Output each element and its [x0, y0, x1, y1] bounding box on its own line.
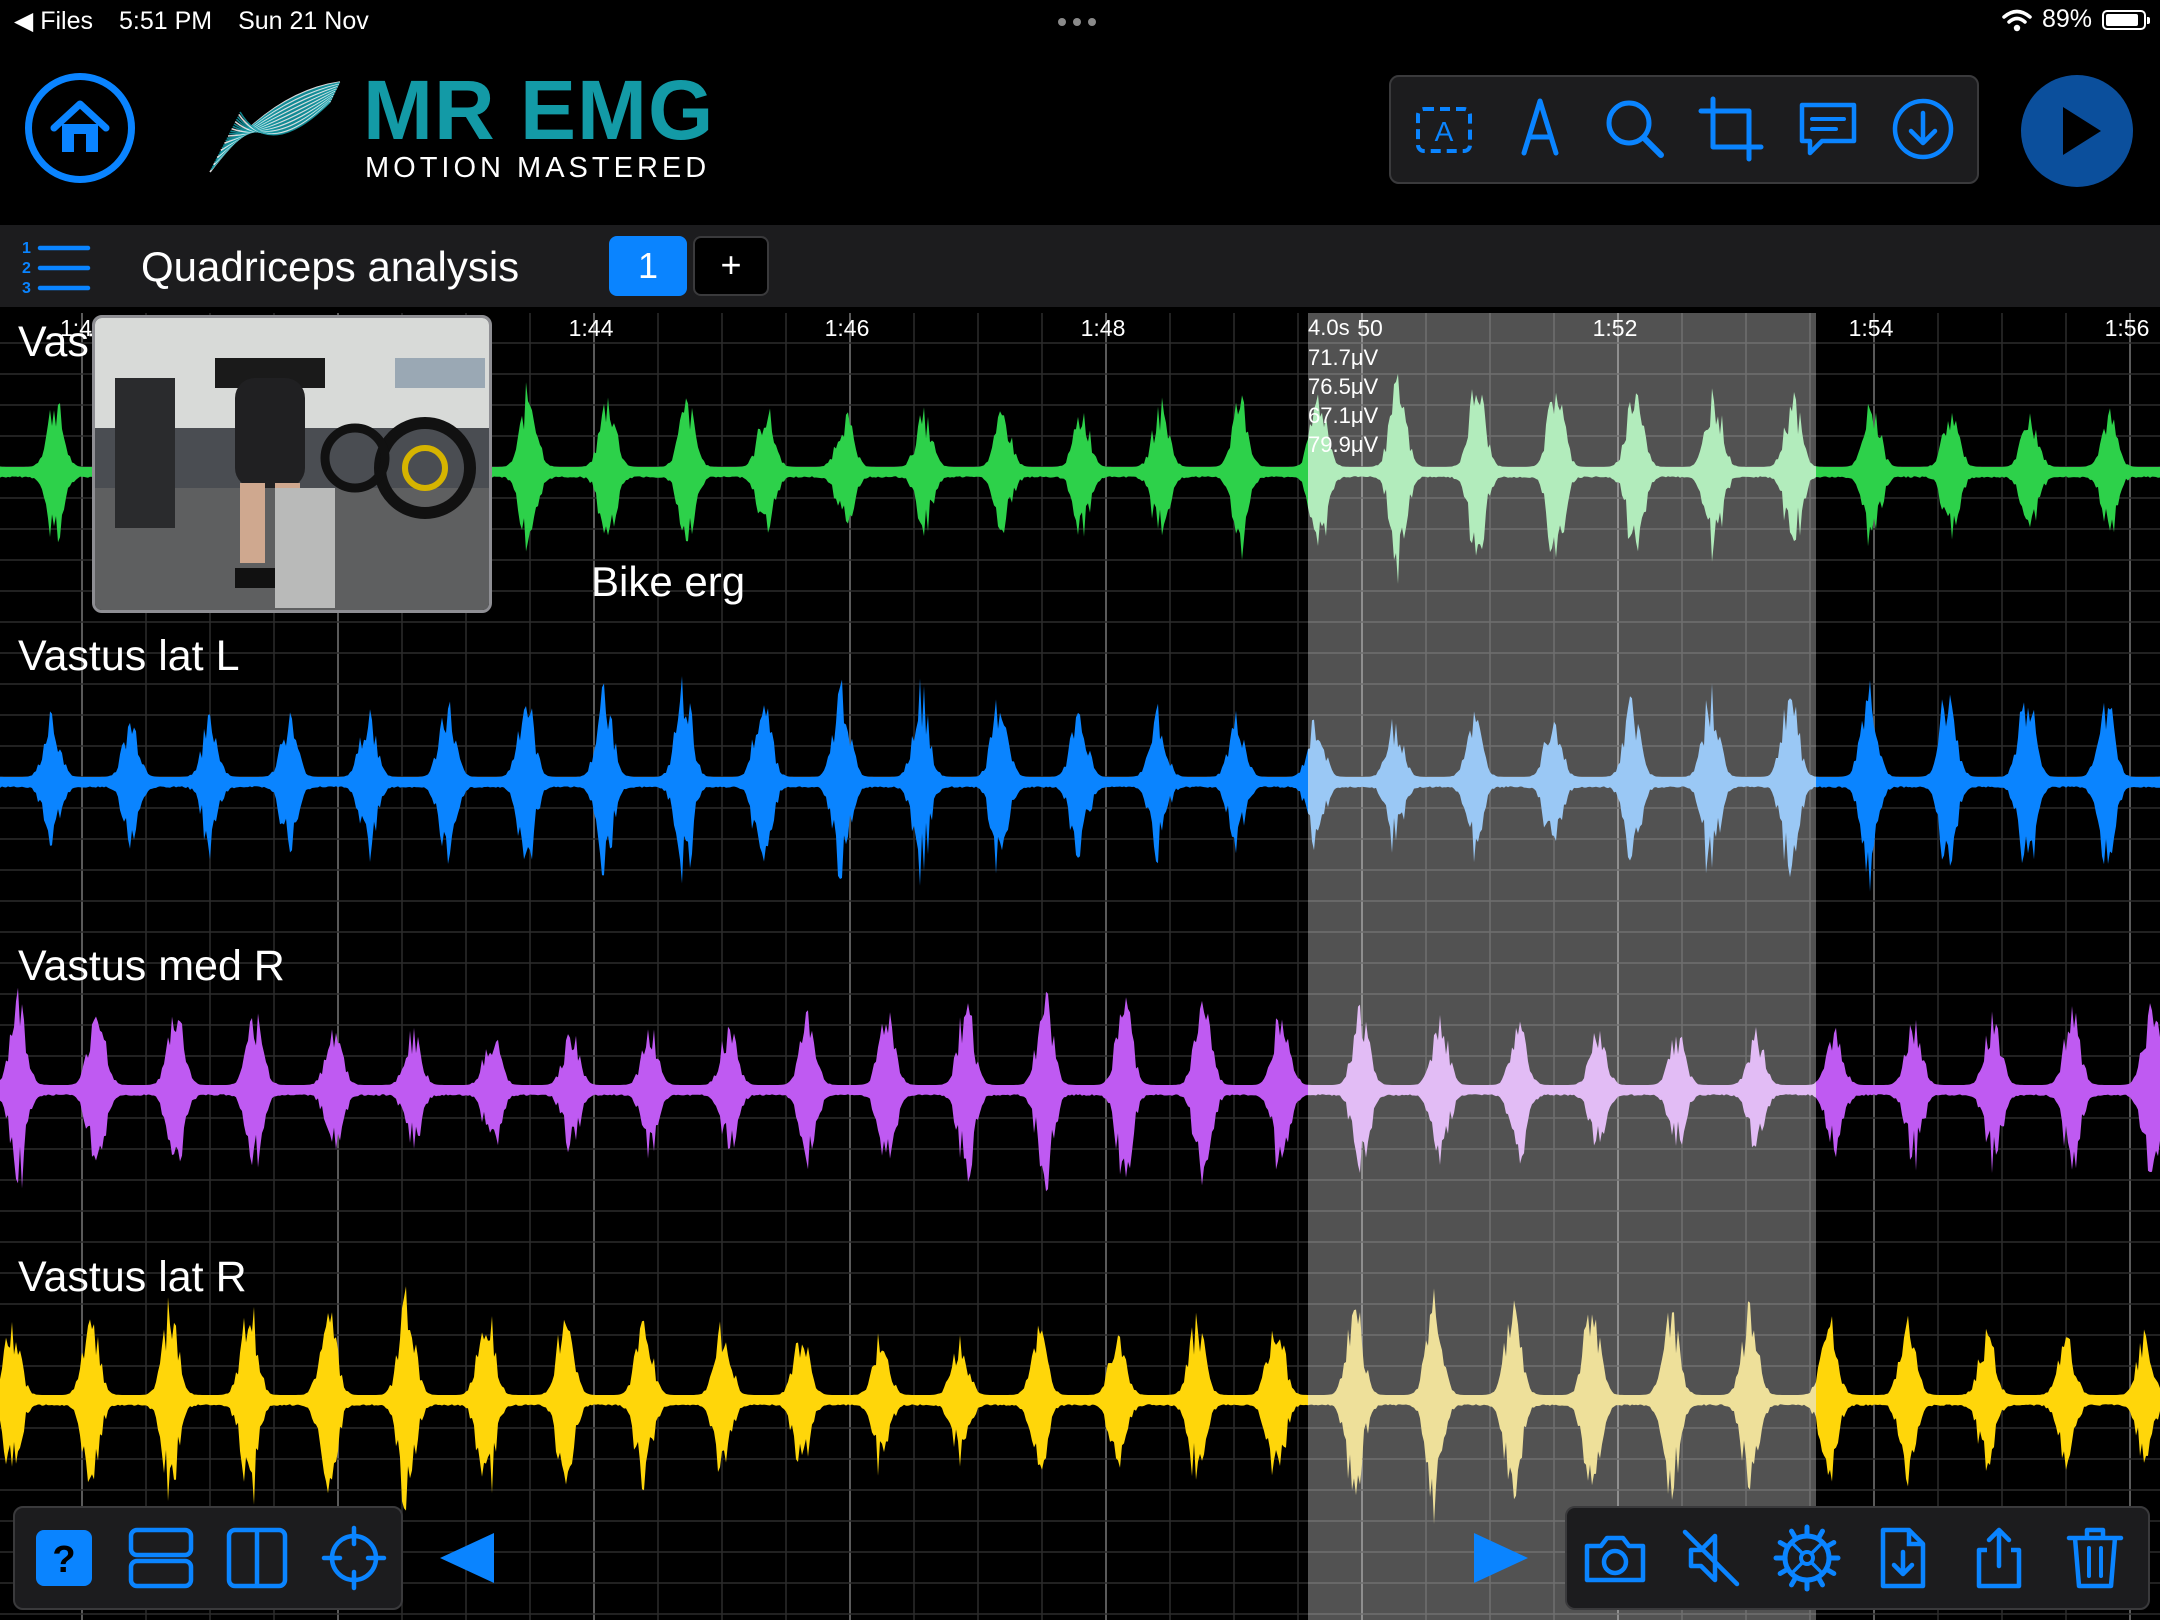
- emg-waveform-4: [1816, 1315, 2160, 1487]
- status-time: 5:51 PM: [118, 6, 213, 35]
- columns-layout-icon[interactable]: [223, 1524, 291, 1592]
- analysis-title: Quadriceps analysis: [141, 243, 520, 290]
- selection-duration: 4.0s: [1308, 315, 1350, 340]
- time-tick: 1:52: [1592, 315, 1638, 341]
- time-tick: 1:48: [1080, 315, 1126, 341]
- video-frame-image: [95, 318, 489, 610]
- selection-value-ch3: 67.1μV: [1308, 403, 1379, 428]
- actions-toolbar: [1565, 1506, 2150, 1610]
- battery-percent: 89%: [2041, 5, 2092, 33]
- emg-waveform-2: [1816, 680, 2160, 892]
- home-button[interactable]: [25, 73, 135, 183]
- text-box-icon[interactable]: A: [1408, 93, 1480, 165]
- home-icon: [50, 100, 110, 152]
- status-bar: ◀ Files 5:51 PM Sun 21 Nov 89%: [0, 0, 2160, 40]
- next-arrow-icon[interactable]: [1466, 1525, 1536, 1591]
- time-tick: 1:46: [824, 315, 870, 341]
- camera-icon[interactable]: [1581, 1524, 1649, 1592]
- channel-label-vastus-lat-r: Vastus lat R: [18, 1253, 247, 1301]
- play-icon: [2063, 107, 2101, 155]
- back-arrow-icon: ◀: [14, 7, 34, 35]
- trash-icon[interactable]: [2061, 1524, 2129, 1592]
- selection-values: 71.7μV 76.5μV 67.1μV 79.9μV: [1308, 343, 1378, 459]
- time-tick: 1:54: [1848, 315, 1894, 341]
- time-tick: 1:44: [568, 315, 614, 341]
- selection-value-ch2: 76.5μV: [1308, 374, 1379, 399]
- play-button[interactable]: [2021, 75, 2133, 187]
- pen-icon[interactable]: [1504, 93, 1576, 165]
- app-title: MR EMG: [363, 63, 715, 157]
- plot-annotation[interactable]: Bike erg: [591, 558, 745, 606]
- share-icon[interactable]: [1965, 1524, 2033, 1592]
- back-to-files-link[interactable]: ◀ Files: [14, 6, 93, 36]
- help-label: ?: [52, 1539, 75, 1581]
- back-label: Files: [40, 7, 93, 35]
- crosshair-icon[interactable]: [320, 1524, 388, 1592]
- svg-text:A: A: [1435, 116, 1454, 147]
- channel-label-vastus-med-r: Vastus med R: [18, 942, 285, 990]
- layout-toolbar: ?: [13, 1506, 403, 1610]
- tab-1[interactable]: 1: [609, 236, 687, 296]
- numbered-list-icon[interactable]: 1 2 3: [20, 237, 92, 295]
- search-icon[interactable]: [1599, 93, 1671, 165]
- emg-waveform-4: [0, 1286, 1308, 1511]
- selection-value-ch4: 79.9μV: [1308, 432, 1379, 457]
- time-tick: 1:56: [2104, 315, 2150, 341]
- analysis-tab-bar: 1 2 3 Quadriceps analysis 1 +: [0, 225, 2160, 307]
- emg-waveform-2: [0, 676, 1308, 886]
- mute-icon[interactable]: [1677, 1524, 1745, 1592]
- svg-text:2: 2: [22, 260, 31, 277]
- emg-waveform-3: [1816, 1003, 2160, 1174]
- time-tick: 50: [1357, 315, 1383, 341]
- time-selection-region: [1308, 313, 1816, 1620]
- rows-layout-icon[interactable]: [127, 1524, 195, 1592]
- app-subtitle: MOTION MASTERED: [365, 152, 711, 184]
- settings-gear-icon[interactable]: [1773, 1524, 1841, 1592]
- crop-icon[interactable]: [1695, 93, 1767, 165]
- status-date: Sun 21 Nov: [238, 6, 369, 35]
- emg-waveform-1: [1816, 403, 2160, 547]
- svg-text:3: 3: [22, 280, 31, 295]
- comment-icon[interactable]: [1792, 93, 1864, 165]
- channel-label-vastus-lat-l: Vastus lat L: [18, 632, 240, 680]
- previous-arrow-icon[interactable]: [432, 1525, 502, 1591]
- annotation-toolbar: A: [1389, 75, 1979, 184]
- emg-waveform-3: [0, 987, 1308, 1192]
- selection-value-ch1: 71.7μV: [1308, 345, 1379, 370]
- download-icon[interactable]: [1887, 93, 1959, 165]
- svg-text:1: 1: [22, 240, 31, 257]
- add-tab-button[interactable]: +: [693, 236, 769, 296]
- battery-icon: [2102, 9, 2150, 30]
- file-import-icon[interactable]: [1869, 1524, 1937, 1592]
- video-thumbnail[interactable]: [92, 315, 492, 613]
- wifi-icon: [2002, 9, 2032, 31]
- logo-mark-icon: [209, 81, 341, 173]
- multitasking-dots-icon[interactable]: [1058, 18, 1096, 26]
- help-icon[interactable]: ?: [30, 1524, 98, 1592]
